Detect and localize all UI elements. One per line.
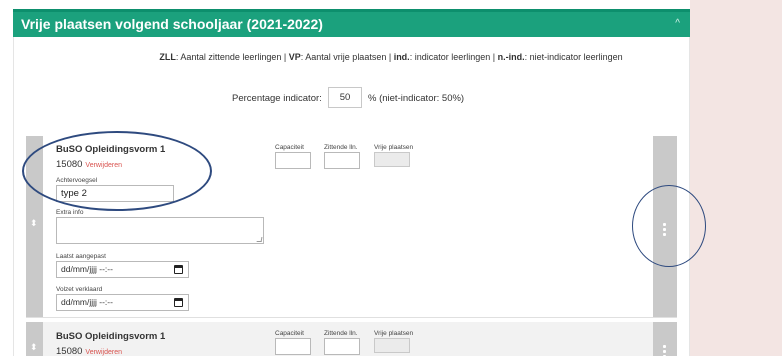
last-modified-placeholder: dd/mm/jjjj --:-- [61,264,113,274]
last-modified-date-input[interactable]: dd/mm/jjjj --:-- [56,261,189,278]
capacity-label: Capaciteit [275,144,304,151]
legend-nind-abbr: n.-ind. [497,52,525,62]
free-places-label: Vrije plaatsen [374,330,414,337]
seated-input[interactable] [324,152,360,169]
percentage-indicator-label: Percentage indicator: [232,93,322,104]
calendar-icon[interactable] [174,265,183,274]
legend-vp-text: : Aantal vrije plaatsen | [300,52,394,62]
free-places-value [374,338,410,353]
percentage-indicator-input[interactable]: 50 [328,87,362,108]
full-declared-label: Volzet verklaard [56,286,103,293]
legend-vp-abbr: VP [288,52,301,62]
free-places-label: Vrije plaatsen [374,144,414,151]
seated-label: Zittende lln. [324,144,358,151]
resize-grip-icon[interactable] [256,237,263,242]
panel-title: Vrije plaatsen volgend schooljaar (2021-… [21,16,323,32]
panel-header[interactable]: Vrije plaatsen volgend schooljaar (2021-… [13,12,690,37]
legend-ind-text: : indicator leerlingen | [409,52,498,62]
full-declared-date-input[interactable]: dd/mm/jjjj --:-- [56,294,189,311]
seated-label: Zittende lln. [324,330,358,337]
last-modified-label: Laatst aangepast [56,253,106,260]
legend-nind-text: : niet-indicator leerlingen [524,52,623,62]
collapse-chevron-icon[interactable]: ^ [675,18,680,29]
vertical-dots-icon [663,345,666,356]
extra-info-textarea[interactable] [56,217,264,244]
course-code: 15080 [56,346,83,356]
percentage-note: % (niet-indicator: 50%) [368,93,465,104]
capacity-label: Capaciteit [275,330,304,337]
seated-input[interactable] [324,338,360,355]
full-declared-placeholder: dd/mm/jjjj --:-- [61,297,113,307]
capacity-input[interactable] [275,152,311,169]
legend-zll-text: : Aantal zittende leerlingen | [175,52,289,62]
annotation-ellipse [22,131,212,211]
row-menu-handle[interactable] [653,322,677,356]
course-row: ⬍ BuSO Opleidingsvorm 1 15080 Verwijderen… [26,322,677,356]
free-places-value [374,152,410,167]
remove-link[interactable]: Verwijderen [85,349,122,356]
extra-info-label: Extra info [56,209,84,216]
calendar-icon[interactable] [174,298,183,307]
legend-ind-abbr: ind. [393,52,410,62]
course-code-line: 15080 Verwijderen [56,346,122,356]
up-down-arrows-icon: ⬍ [30,218,38,228]
drag-handle[interactable]: ⬍ [26,322,43,356]
up-down-arrows-icon: ⬍ [30,342,38,352]
legend-zll-abbr: ZLL [159,52,176,62]
course-title: BuSO Opleidingsvorm 1 [56,331,166,342]
legend-line: ZLL: Aantal zittende leerlingen | VP: Aa… [0,52,782,62]
annotation-circle [632,185,706,267]
capacity-input[interactable] [275,338,311,355]
